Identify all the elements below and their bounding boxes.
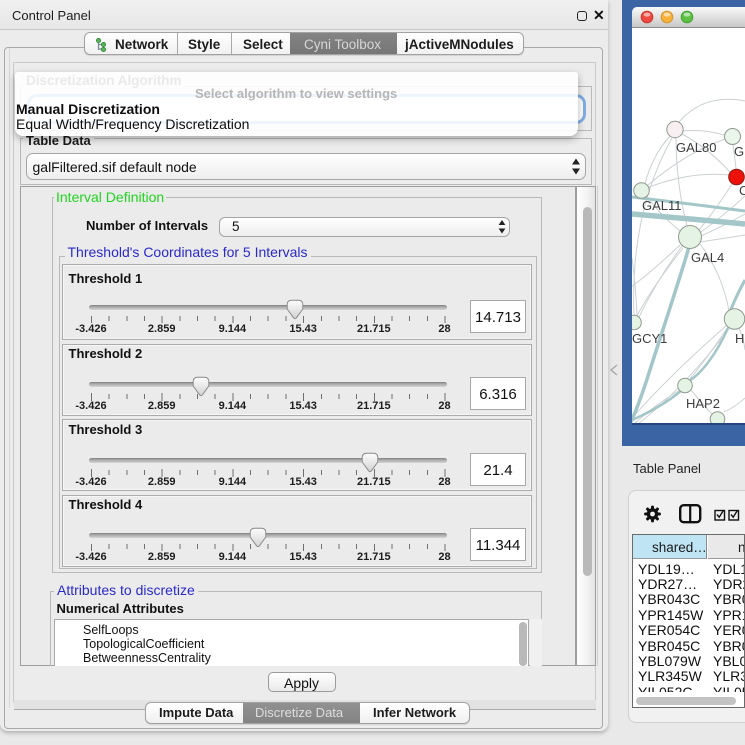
svg-text:GAL4: GAL4 — [691, 250, 724, 265]
svg-text:GAL11: GAL11 — [642, 198, 682, 213]
svg-text:GAL80: GAL80 — [676, 140, 716, 155]
svg-text:GCY1: GCY1 — [632, 331, 667, 346]
svg-text:G.: G. — [734, 144, 745, 159]
svg-text:HAP2: HAP2 — [686, 396, 720, 411]
svg-text:H: H — [735, 331, 744, 346]
svg-text:C: C — [739, 183, 745, 198]
